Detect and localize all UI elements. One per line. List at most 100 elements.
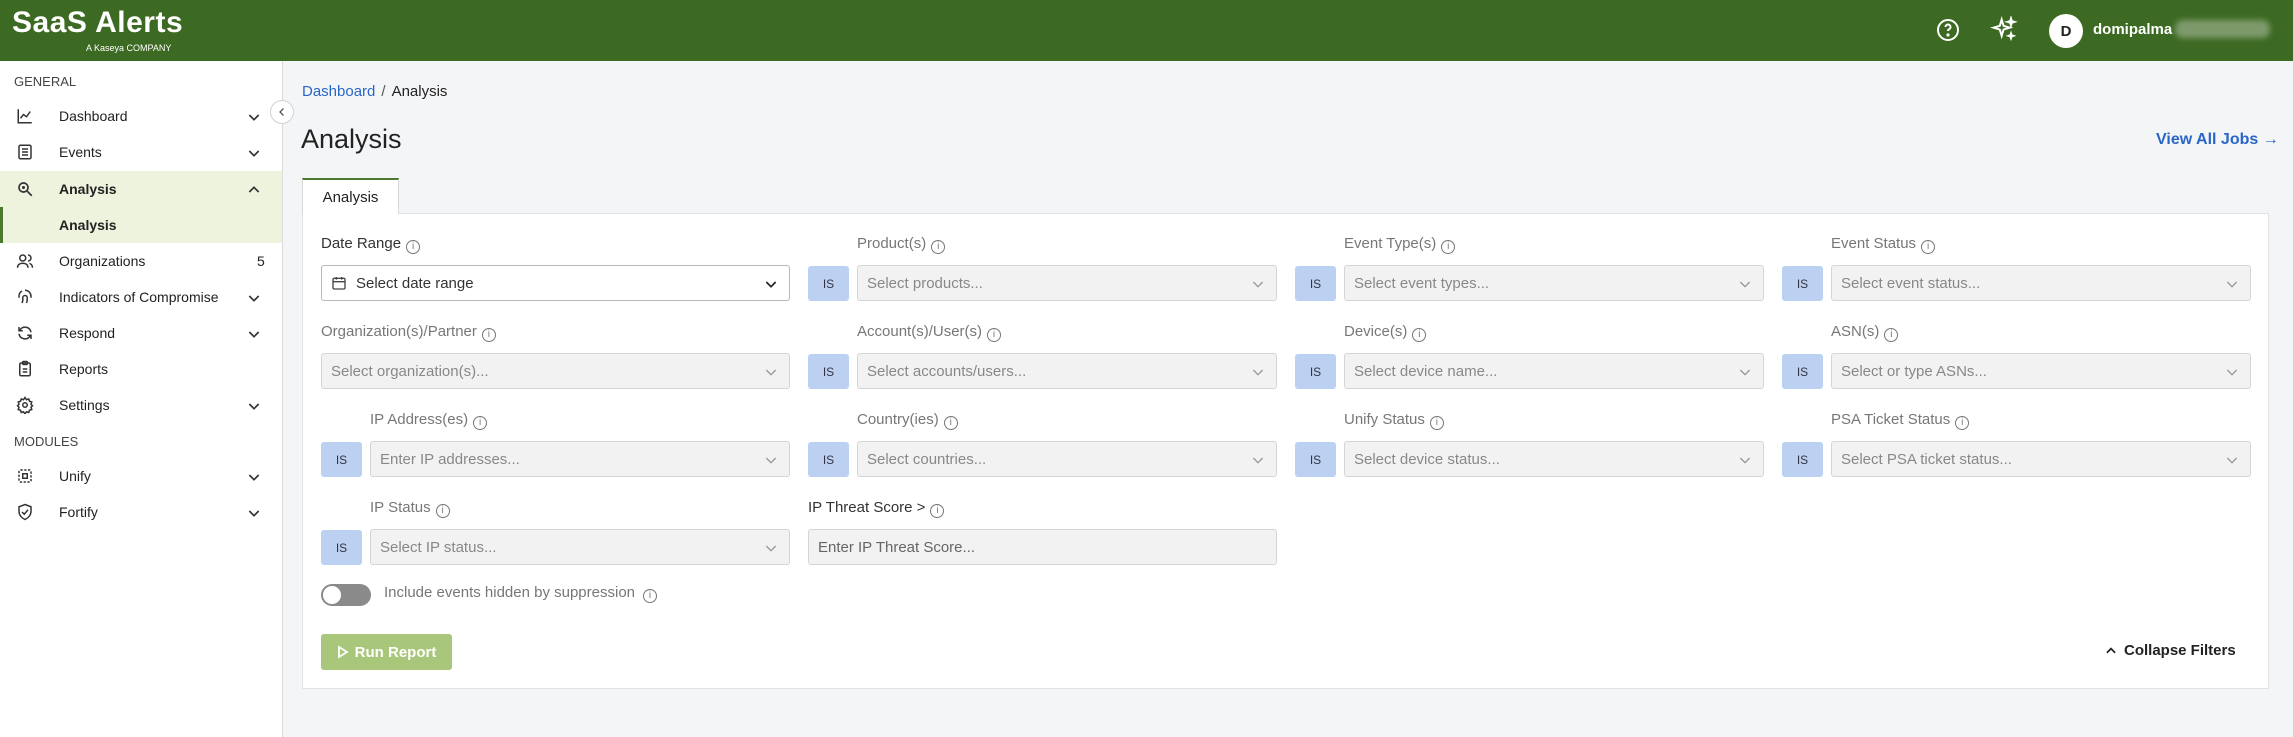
date-range-select[interactable]: Select date range [321, 265, 790, 301]
ip-status-select[interactable]: Select IP status... [370, 529, 790, 565]
ip-addresses-is-button[interactable]: IS [321, 442, 362, 477]
sidebar-item-label: Organizations [59, 253, 146, 269]
psa-status-is-button[interactable]: IS [1782, 442, 1823, 477]
info-icon[interactable]: i [1921, 240, 1936, 254]
devices-placeholder: Select device name... [1354, 362, 1498, 380]
sidebar-item-label: Indicators of Compromise [59, 289, 219, 305]
date-range-label-text: Date Range [321, 235, 402, 252]
psa-status-placeholder: Select PSA ticket status... [1841, 450, 2012, 468]
unify-status-label-text: Unify Status [1344, 411, 1425, 428]
avatar[interactable]: D [2049, 14, 2083, 48]
sidebar-item-label: Unify [59, 468, 91, 484]
chevron-down-icon [248, 150, 260, 157]
unify-status-placeholder: Select device status... [1354, 450, 1500, 468]
breadcrumb-dashboard-link[interactable]: Dashboard [302, 83, 375, 100]
line-chart-icon [17, 109, 32, 124]
suppression-toggle[interactable] [321, 584, 371, 606]
section-modules: MODULES [14, 434, 79, 449]
tab-analysis[interactable]: Analysis [302, 178, 399, 214]
fingerprint-icon [18, 289, 32, 304]
chevron-up-icon [248, 186, 260, 193]
help-icon[interactable] [1934, 16, 1962, 44]
sidebar-collapse-button[interactable] [270, 100, 294, 124]
info-icon[interactable]: i [1955, 416, 1970, 430]
info-icon[interactable]: i [1884, 328, 1899, 342]
sidebar-item-events[interactable]: Events [0, 134, 282, 170]
info-icon[interactable]: i [406, 240, 421, 254]
sidebar-item-unify[interactable]: Unify [0, 458, 282, 494]
devices-label: Device(s) i [1344, 323, 1427, 342]
view-all-jobs-link[interactable]: View All Jobs → [2156, 131, 2279, 149]
event-types-is-button[interactable]: IS [1295, 266, 1336, 301]
sidebar-item-fortify[interactable]: Fortify [0, 494, 282, 530]
sidebar-subitem-analysis[interactable]: Analysis [0, 207, 282, 243]
info-icon[interactable]: i [435, 504, 450, 518]
sidebar-item-respond[interactable]: Respond [0, 315, 282, 351]
countries-placeholder: Select countries... [867, 450, 987, 468]
accounts-select[interactable]: Select accounts/users... [857, 353, 1277, 389]
organizations-label-text: Organization(s)/Partner [321, 323, 477, 340]
run-report-button[interactable]: Run Report [321, 634, 452, 670]
unify-status-select[interactable]: Select device status... [1344, 441, 1764, 477]
accounts-is-button[interactable]: IS [808, 354, 849, 389]
sidebar-item-label: Respond [59, 325, 116, 341]
countries-is-button[interactable]: IS [808, 442, 849, 477]
chevron-down-icon [1252, 457, 1264, 464]
ip-threat-score-label: IP Threat Score > i [808, 499, 945, 518]
products-is-button[interactable]: IS [808, 266, 849, 301]
saas-alerts-logo[interactable]: SaaS Alerts A Kaseya COMPANY [12, 6, 183, 53]
info-icon[interactable]: i [473, 416, 488, 430]
user-email-redacted [2175, 20, 2270, 38]
date-range-placeholder: Select date range [356, 274, 474, 292]
sidebar-item-indicators[interactable]: Indicators of Compromise [0, 279, 282, 315]
organizations-select[interactable]: Select organization(s)... [321, 353, 790, 389]
event-types-select[interactable]: Select event types... [1344, 265, 1764, 301]
info-icon[interactable]: i [1412, 328, 1427, 342]
event-status-select[interactable]: Select event status... [1831, 265, 2251, 301]
products-select[interactable]: Select products... [857, 265, 1277, 301]
sidebar-item-label: Analysis [59, 217, 117, 233]
logo-subtitle: A Kaseya COMPANY [86, 43, 172, 53]
chevron-down-icon [248, 474, 260, 481]
chevron-down-icon [248, 403, 260, 410]
devices-select[interactable]: Select device name... [1344, 353, 1764, 389]
organizations-placeholder: Select organization(s)... [331, 362, 489, 380]
info-icon[interactable]: i [481, 328, 496, 342]
organizations-label: Organization(s)/Partner i [321, 323, 496, 342]
info-icon[interactable]: i [930, 504, 945, 518]
info-icon[interactable]: i [943, 416, 958, 430]
breadcrumb-current: Analysis [391, 83, 448, 100]
sidebar-item-analysis[interactable]: Analysis [0, 171, 282, 207]
user-name[interactable]: domipalma [2093, 21, 2172, 38]
sidebar-item-organizations[interactable]: Organizations 5 [0, 243, 282, 279]
ip-addresses-select[interactable]: Enter IP addresses... [370, 441, 790, 477]
info-icon[interactable]: i [987, 328, 1002, 342]
chevron-left-icon [279, 108, 284, 116]
countries-select[interactable]: Select countries... [857, 441, 1277, 477]
psa-status-select[interactable]: Select PSA ticket status... [1831, 441, 2251, 477]
sidebar-item-dashboard[interactable]: Dashboard [0, 98, 282, 134]
ip-status-is-button[interactable]: IS [321, 530, 362, 565]
chevron-down-icon [1252, 369, 1264, 376]
info-icon[interactable]: i [931, 240, 946, 254]
toggle-knob [323, 586, 341, 604]
asns-is-button[interactable]: IS [1782, 354, 1823, 389]
asns-placeholder: Select or type ASNs... [1841, 362, 1987, 380]
sidebar-item-label: Dashboard [59, 108, 128, 124]
devices-is-button[interactable]: IS [1295, 354, 1336, 389]
chevron-down-icon [2226, 457, 2238, 464]
unify-status-is-button[interactable]: IS [1295, 442, 1336, 477]
play-icon [337, 645, 349, 659]
ai-sparkle-icon[interactable] [1990, 16, 2018, 44]
info-icon[interactable]: i [643, 589, 658, 603]
info-icon[interactable]: i [1441, 240, 1456, 254]
sidebar-item-reports[interactable]: Reports [0, 351, 282, 387]
event-status-is-button[interactable]: IS [1782, 266, 1823, 301]
ip-threat-score-input[interactable]: Enter IP Threat Score... [808, 529, 1277, 565]
asns-select[interactable]: Select or type ASNs... [1831, 353, 2251, 389]
collapse-filters-button[interactable]: Collapse Filters [2104, 642, 2236, 659]
chevron-down-icon [1739, 369, 1751, 376]
info-icon[interactable]: i [1429, 416, 1444, 430]
sidebar-item-settings[interactable]: Settings [0, 387, 282, 423]
ip-addresses-label: IP Address(es) i [370, 411, 488, 430]
